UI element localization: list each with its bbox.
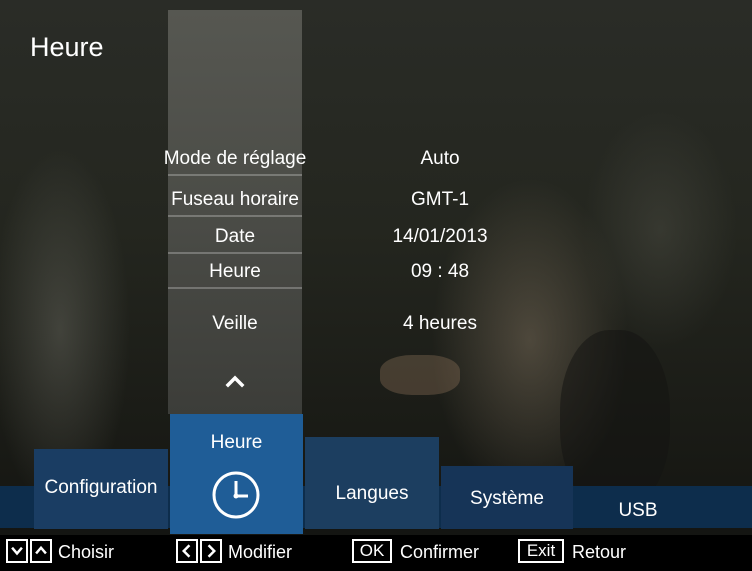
row-divider — [168, 252, 302, 254]
setting-label: Date — [214, 226, 256, 247]
row-divider — [168, 287, 302, 289]
tv-osd-screen: Heure Mode de réglage Auto Fuseau horair… — [0, 0, 752, 571]
tab-label: Système — [470, 488, 544, 509]
tab-label: USB — [618, 500, 658, 521]
hint-confirm: Confirmer — [400, 542, 480, 562]
up-key-icon — [30, 539, 52, 563]
setting-row-mode[interactable]: Mode de réglage Auto — [0, 143, 752, 176]
hint-choose: Choisir — [58, 542, 115, 562]
setting-value: 09 : 48 — [410, 261, 470, 282]
chevron-up-icon[interactable] — [222, 371, 248, 391]
right-key-icon — [200, 539, 222, 563]
setting-row-standby[interactable]: Veille 4 heures — [0, 308, 752, 340]
ok-key: OK — [352, 539, 392, 563]
tab-configuration[interactable]: Configuration — [34, 449, 168, 529]
setting-value: GMT-1 — [410, 189, 470, 210]
video-background-detail — [560, 330, 670, 510]
tab-langues[interactable]: Langues — [305, 437, 439, 529]
clock-icon — [212, 471, 260, 519]
tab-label: Langues — [335, 483, 409, 504]
setting-label: Heure — [209, 261, 261, 282]
setting-label: Veille — [212, 313, 258, 334]
setting-label: Mode de réglage — [163, 148, 307, 169]
tab-systeme[interactable]: Système — [441, 466, 573, 529]
row-divider — [168, 215, 302, 217]
setting-label: Fuseau horaire — [171, 189, 299, 210]
hint-bar: Choisir Modifier OK Confirmer Exit Retou… — [0, 535, 752, 571]
tab-label: Heure — [210, 432, 263, 453]
tab-heure[interactable]: Heure — [170, 414, 303, 534]
setting-value: 4 heures — [403, 313, 477, 334]
row-divider — [168, 174, 302, 176]
setting-value: 14/01/2013 — [392, 226, 488, 247]
tab-label: Configuration — [44, 477, 158, 498]
down-key-icon — [6, 539, 28, 563]
hint-back: Retour — [572, 542, 627, 562]
exit-key: Exit — [518, 539, 564, 563]
tab-usb[interactable]: USB — [573, 486, 703, 528]
page-title: Heure — [30, 32, 104, 62]
hint-modify: Modifier — [228, 542, 293, 562]
setting-value: Auto — [420, 148, 460, 169]
setting-row-date[interactable]: Date 14/01/2013 — [0, 221, 752, 254]
setting-row-time[interactable]: Heure 09 : 48 — [0, 256, 752, 289]
video-background-detail — [380, 355, 460, 395]
setting-row-timezone[interactable]: Fuseau horaire GMT-1 — [0, 184, 752, 217]
left-key-icon — [176, 539, 198, 563]
